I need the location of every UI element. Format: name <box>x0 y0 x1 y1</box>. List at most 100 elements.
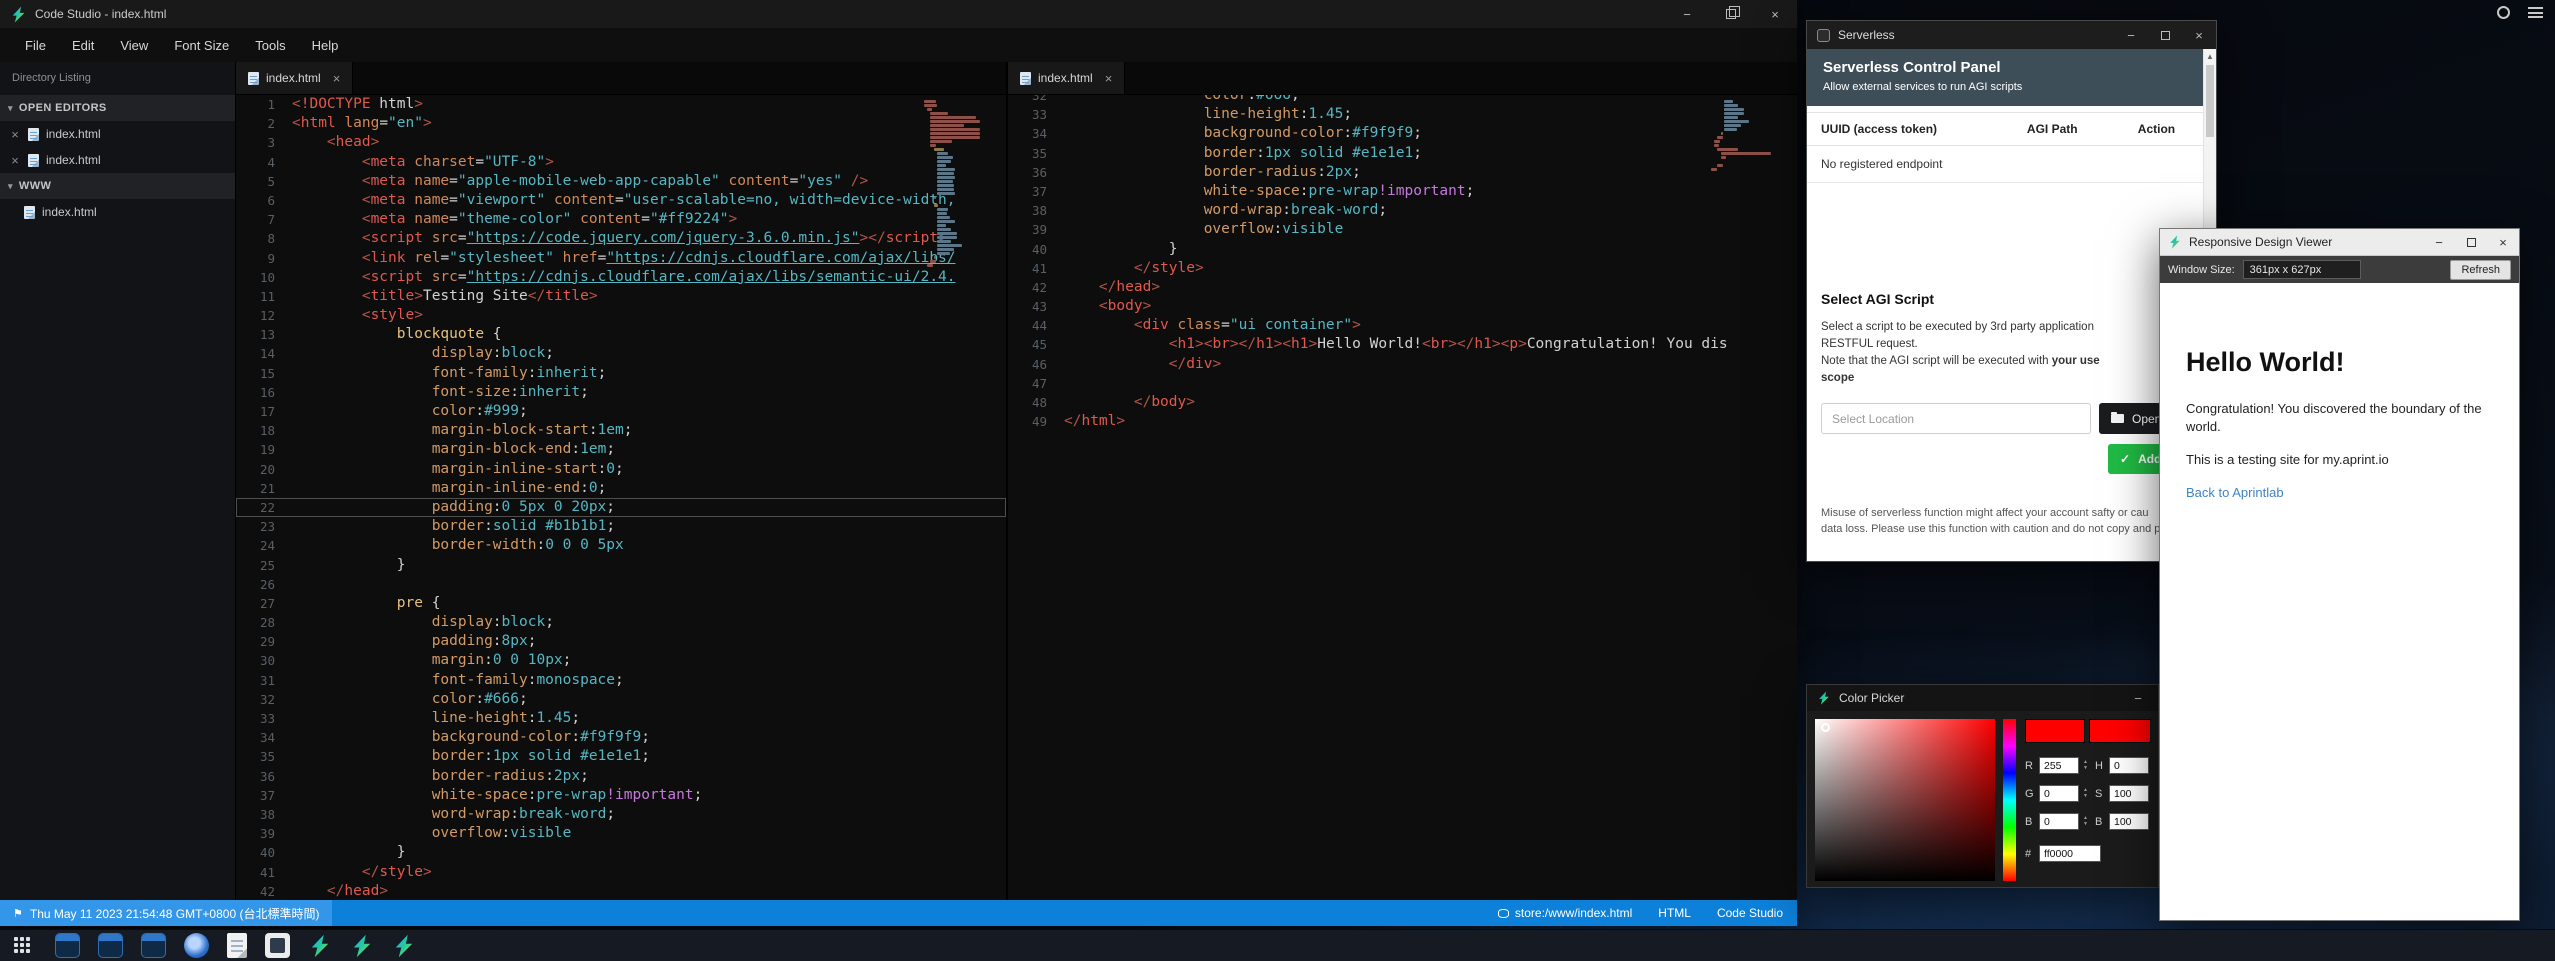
picker-cursor[interactable] <box>1821 723 1830 732</box>
stepper[interactable]: ▲▼ <box>2083 816 2088 827</box>
minimize-icon[interactable]: − <box>2118 685 2158 711</box>
close-icon[interactable]: × <box>1105 71 1113 86</box>
code-line[interactable]: 10 <script src="https://cdnjs.cloudflare… <box>236 268 1006 287</box>
code-line[interactable]: 15 font-family:inherit; <box>236 364 1006 383</box>
hex-input[interactable] <box>2039 845 2101 862</box>
code-line[interactable]: 46 </div> <box>1008 355 1797 374</box>
code-line[interactable]: 12 <style> <box>236 306 1006 325</box>
stepper[interactable]: ▲▼ <box>2083 788 2088 799</box>
menu-help[interactable]: Help <box>299 28 352 62</box>
taskbar-terminal-button[interactable] <box>141 933 166 958</box>
close-icon[interactable]: × <box>2182 21 2216 49</box>
code-line[interactable]: 44 <div class="ui container"> <box>1008 316 1797 335</box>
previous-color-swatch[interactable] <box>2089 719 2151 743</box>
code-line[interactable]: 28 display:block; <box>236 613 1006 632</box>
code-line[interactable]: 40 } <box>1008 240 1797 259</box>
location-input[interactable] <box>1821 403 2091 434</box>
code-line[interactable]: 43 <body> <box>1008 297 1797 316</box>
hsb-b-input[interactable] <box>2109 813 2149 830</box>
saturation-value-picker[interactable] <box>1815 719 1995 881</box>
code-line[interactable]: 8 <script src="https://code.jquery.com/j… <box>236 229 1006 248</box>
menu-icon[interactable] <box>2528 7 2543 18</box>
close-icon[interactable]: × <box>333 71 341 86</box>
taskbar-apps-button[interactable] <box>14 937 37 954</box>
code-line[interactable]: 1<!DOCTYPE html> <box>236 95 1006 114</box>
code-line[interactable]: 38 word-wrap:break-word; <box>1008 201 1797 220</box>
menu-font-size[interactable]: Font Size <box>161 28 242 62</box>
close-icon[interactable]: × <box>2487 229 2519 255</box>
menu-view[interactable]: View <box>107 28 161 62</box>
code-line[interactable]: 32 color:#666; <box>236 690 1006 709</box>
close-icon[interactable]: × <box>1753 0 1797 28</box>
scrollbar-thumb[interactable] <box>2206 65 2214 137</box>
taskbar-editor-button[interactable] <box>265 933 290 958</box>
code-line[interactable]: 18 margin-block-start:1em; <box>236 421 1006 440</box>
code-line[interactable]: 9 <link rel="stylesheet" href="https://c… <box>236 249 1006 268</box>
code-line[interactable]: 3 <head> <box>236 133 1006 152</box>
current-color-swatch[interactable] <box>2025 719 2085 743</box>
refresh-icon[interactable] <box>2497 6 2510 19</box>
minimize-icon[interactable]: − <box>2114 21 2148 49</box>
restore-icon[interactable] <box>1709 0 1753 28</box>
open-editor-item[interactable]: × index.html <box>0 121 235 147</box>
title-bar[interactable]: Color Picker − <box>1807 685 2158 711</box>
taskbar-codestudio-button[interactable] <box>308 934 332 958</box>
code-line[interactable]: 27 pre { <box>236 594 1006 613</box>
menu-edit[interactable]: Edit <box>59 28 107 62</box>
code-line[interactable]: 6 <meta name="viewport" content="user-sc… <box>236 191 1006 210</box>
title-bar[interactable]: Code Studio - index.html − × <box>0 0 1797 28</box>
code-line[interactable]: 11 <title>Testing Site</title> <box>236 287 1006 306</box>
code-line[interactable]: 34 background-color:#f9f9f9; <box>1008 124 1797 143</box>
status-clock-segment[interactable]: ⚑ Thu May 11 2023 21:54:48 GMT+0800 (台北標… <box>0 900 332 926</box>
code-line[interactable]: 5 <meta name="apple-mobile-web-app-capab… <box>236 172 1006 191</box>
code-line[interactable]: 31 font-family:monospace; <box>236 671 1006 690</box>
hue-slider[interactable] <box>2003 719 2016 881</box>
code-line[interactable]: 32 color:#666; <box>1008 95 1797 105</box>
code-line[interactable]: 37 white-space:pre-wrap!important; <box>1008 182 1797 201</box>
code-line[interactable]: 36 border-radius:2px; <box>1008 163 1797 182</box>
code-line[interactable]: 19 margin-block-end:1em; <box>236 440 1006 459</box>
code-line[interactable]: 13 blockquote { <box>236 325 1006 344</box>
code-line[interactable]: 42 </head> <box>1008 278 1797 297</box>
status-file-path[interactable]: store:/www/index.html <box>1498 906 1632 920</box>
g-input[interactable] <box>2039 785 2079 802</box>
code-line[interactable]: 42 </head> <box>236 882 1006 900</box>
code-line[interactable]: 41 </style> <box>1008 259 1797 278</box>
minimize-icon[interactable]: − <box>1665 0 1709 28</box>
code-line[interactable]: 22 padding:0 5px 0 20px; <box>236 498 1006 517</box>
taskbar-codestudio-button[interactable] <box>392 934 416 958</box>
code-line[interactable]: 48 </body> <box>1008 393 1797 412</box>
code-line[interactable]: 36 border-radius:2px; <box>236 767 1006 786</box>
code-line[interactable]: 7 <meta name="theme-color" content="#ff9… <box>236 210 1006 229</box>
title-bar[interactable]: Responsive Design Viewer − × <box>2160 229 2519 256</box>
title-bar[interactable]: Serverless − × <box>1807 21 2216 49</box>
section-www[interactable]: ▾ WWW <box>0 173 235 199</box>
tree-file-item[interactable]: index.html <box>0 199 235 225</box>
code-line[interactable]: 37 white-space:pre-wrap!important; <box>236 786 1006 805</box>
menu-tools[interactable]: Tools <box>242 28 298 62</box>
close-icon[interactable]: × <box>9 127 21 142</box>
scroll-up-icon[interactable]: ▲ <box>2204 49 2216 63</box>
taskbar-file-button[interactable] <box>227 933 247 958</box>
code-line[interactable]: 39 overflow:visible <box>236 824 1006 843</box>
code-editor[interactable]: 32 color:#666;33 line-height:1.45;34 bac… <box>1008 95 1797 900</box>
s-input[interactable] <box>2109 785 2149 802</box>
code-editor[interactable]: 1<!DOCTYPE html>2<html lang="en">3 <head… <box>236 95 1006 900</box>
code-line[interactable]: 41 </style> <box>236 863 1006 882</box>
minimap[interactable] <box>924 100 980 268</box>
taskbar-search-button[interactable] <box>184 933 209 958</box>
section-open-editors[interactable]: ▾ OPEN EDITORS <box>0 95 235 121</box>
code-line[interactable]: 16 font-size:inherit; <box>236 383 1006 402</box>
minimize-icon[interactable]: − <box>2423 229 2455 255</box>
back-to-aprintlab-link[interactable]: Back to Aprintlab <box>2186 485 2284 500</box>
menu-file[interactable]: File <box>12 28 59 62</box>
taskbar-terminal-button[interactable] <box>98 933 123 958</box>
tab-index-html[interactable]: index.html × <box>236 62 353 94</box>
h-input[interactable] <box>2109 757 2149 774</box>
code-line[interactable]: 35 border:1px solid #e1e1e1; <box>236 747 1006 766</box>
minimap[interactable] <box>1711 100 1775 172</box>
code-line[interactable]: 23 border:solid #b1b1b1; <box>236 517 1006 536</box>
maximize-icon[interactable] <box>2455 229 2487 255</box>
maximize-icon[interactable] <box>2148 21 2182 49</box>
code-line[interactable]: 35 border:1px solid #e1e1e1; <box>1008 144 1797 163</box>
